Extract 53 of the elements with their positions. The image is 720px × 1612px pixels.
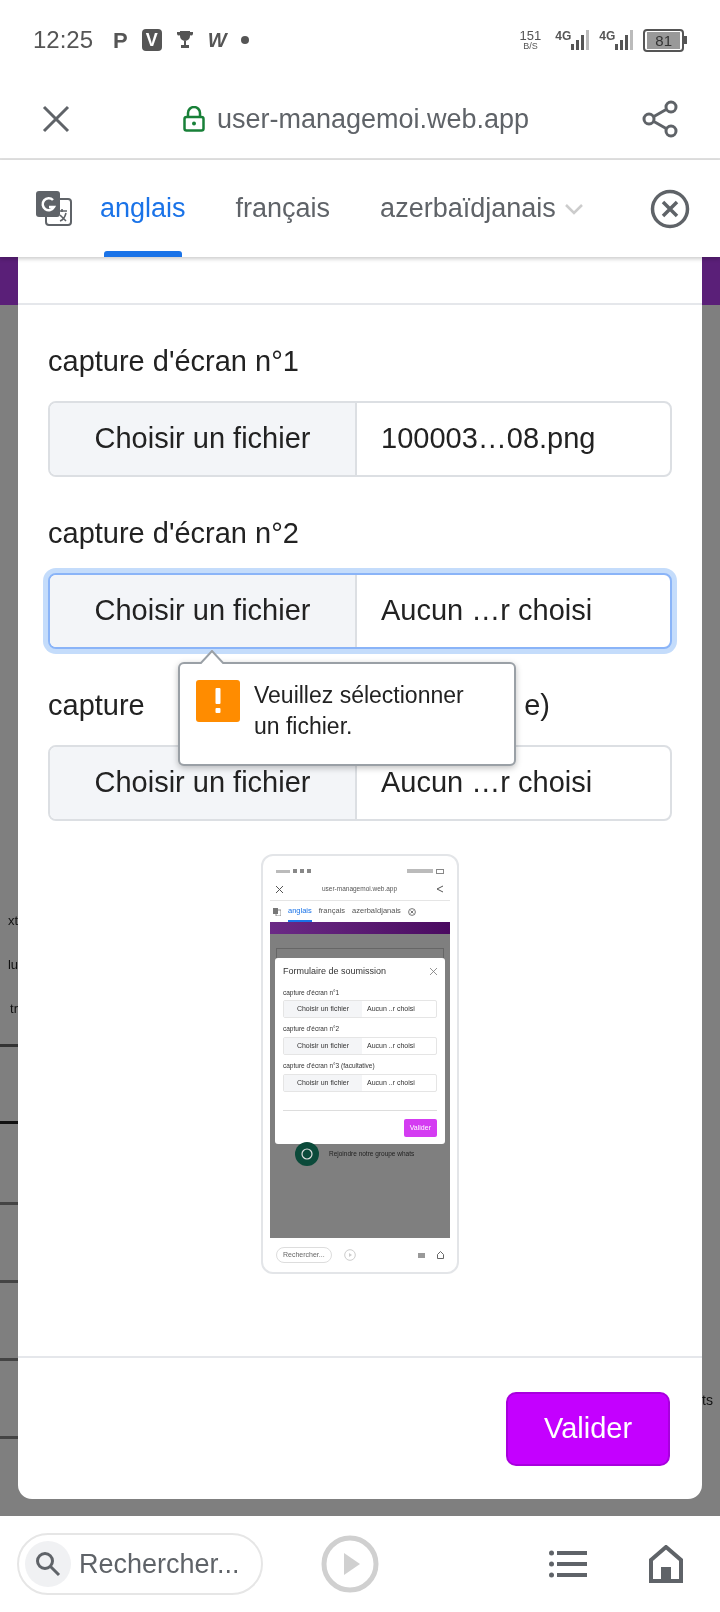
file-input[interactable]: Choisir un fichier 100003…08.png [48,401,672,477]
language-tab[interactable]: anglais [100,160,186,257]
background-text: tr [10,1000,18,1018]
signal-icon [615,30,634,50]
chat-icon [295,1142,319,1167]
network-type: 4G [599,30,616,42]
home-icon[interactable] [649,1545,683,1583]
close-icon [407,907,416,916]
search-hint: Rechercher... [79,1547,240,1581]
submit-button[interactable]: Valider [506,1392,670,1466]
dot-icon [240,36,249,44]
close-icon[interactable] [650,188,690,229]
chevron-down-icon [563,202,584,215]
play-icon [343,1249,356,1261]
notification-badge: V [141,29,162,51]
field-label: capture d'écran n°2 [48,516,300,551]
field-label: e) [524,688,550,723]
list-icon[interactable] [549,1550,587,1578]
warning-icon [196,680,240,722]
translate-icon [273,907,281,916]
field-label: capture [48,688,145,723]
field-label: capture d'écran n°1 [48,344,300,379]
language-tab[interactable]: azerbaïdjanais [380,160,584,257]
lock-icon [182,106,205,132]
clock: 12:25 [33,25,94,55]
header-bar [702,257,720,305]
url-text[interactable]: user-managemoi.web.app [216,98,530,140]
signal-icon [571,30,590,50]
background-text: lu [7,956,18,974]
list-icon [418,1252,425,1258]
notification-letter: P [113,26,128,55]
close-icon [276,885,283,893]
network-speed: 151 [519,29,542,42]
battery-indicator: 81 [643,28,687,52]
close-icon [430,968,437,976]
translate-icon [36,190,72,227]
network-unit: B/S [523,42,538,51]
background-text: ts [702,1391,713,1410]
tooltip-message: Veuillez sélectionner un fichier. [254,681,465,741]
background-text: xt [7,912,18,930]
home-icon [437,1251,444,1259]
notification-letter: W [207,28,227,53]
share-icon [436,885,444,893]
dialog-title: Formulaire de soumission [283,965,387,978]
language-tab[interactable]: français [235,160,331,257]
network-type: 4G [555,30,572,42]
header-bar [0,257,18,305]
search-icon [35,1551,61,1577]
share-icon[interactable] [640,99,680,139]
close-button[interactable] [40,103,72,135]
trophy-icon [175,30,194,50]
file-input[interactable]: Choisir un fichier Aucun …r choisi [43,568,677,654]
search-field[interactable]: Rechercher... [17,1533,263,1595]
